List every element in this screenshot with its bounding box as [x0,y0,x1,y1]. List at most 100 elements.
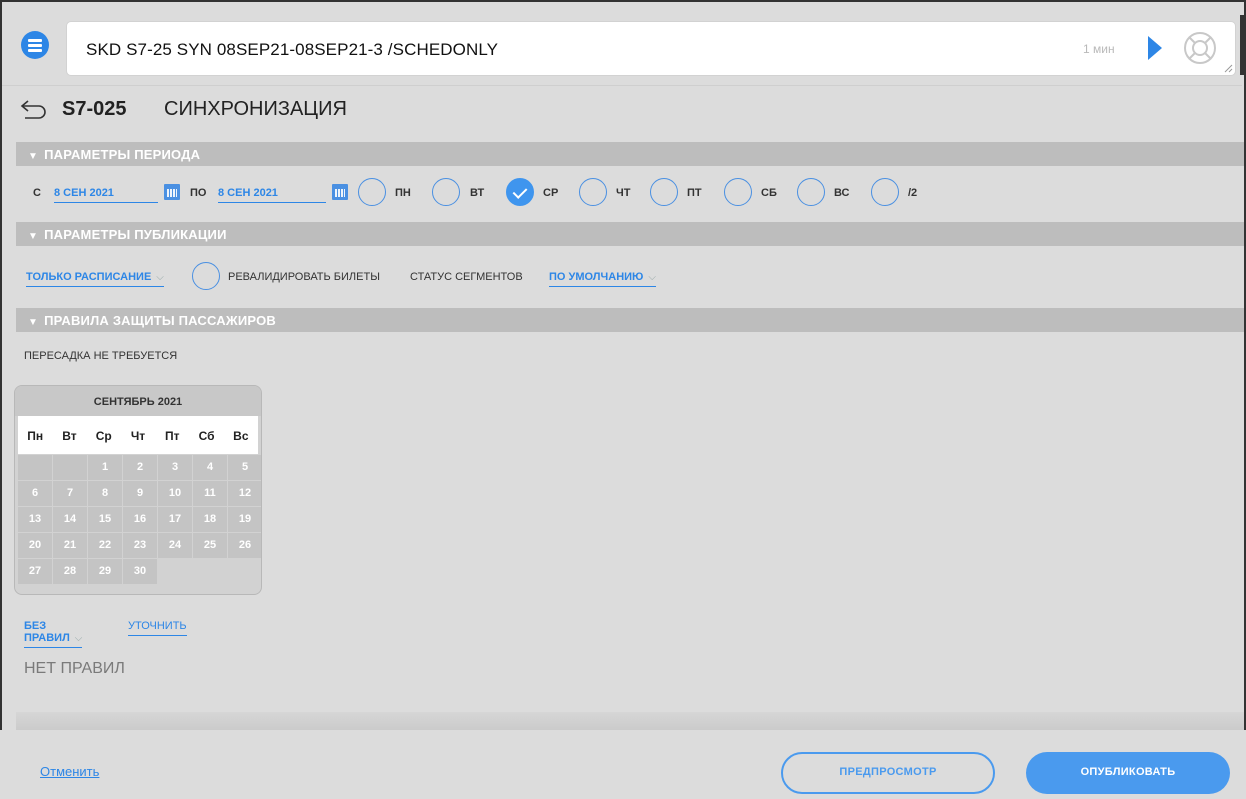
collapse-triangle-icon: ▼ [28,317,39,328]
command-input[interactable]: SKD S7-25 SYN 08SEP21-08SEP21-3 /SCHEDON… [66,21,1236,76]
day-label-sun: ВС [834,187,850,199]
calendar-day-cell[interactable]: 21 [53,533,87,558]
segment-status-dropdown[interactable]: ПО УМОЛЧАНИЮ ⌵ [549,271,656,287]
calendar-day-cell[interactable]: 12 [228,481,261,506]
back-arrow-icon[interactable] [19,98,47,120]
calendar-day-cell[interactable]: 19 [228,507,261,532]
to-date-field[interactable]: 8 СЕН 2021 [218,187,326,203]
day-checkbox-tue[interactable] [432,178,460,206]
calendar-day-cell[interactable]: 27 [18,559,52,584]
chevron-down-icon: ⌵ [74,633,83,644]
transfer-status: ПЕРЕСАДКА НЕ ТРЕБУЕТСЯ [24,350,178,362]
calendar-day-cell[interactable]: 29 [88,559,122,584]
section-publication-header[interactable]: ▼ ПАРАМЕТРЫ ПУБЛИКАЦИИ [16,222,1244,246]
run-icon[interactable] [1147,35,1163,61]
calendar-day-cell[interactable]: 14 [53,507,87,532]
day-checkbox-wed[interactable] [506,178,534,206]
segment-status-value: ПО УМОЛЧАНИЮ [549,271,644,283]
calendar-empty-cell [53,455,87,480]
command-bar: SKD S7-25 SYN 08SEP21-08SEP21-3 /SCHEDON… [2,2,1242,86]
weekday-label: Вс [233,429,249,443]
calendar-day-cell[interactable]: 22 [88,533,122,558]
calendar-day-cell[interactable]: 9 [123,481,157,506]
day-checkbox-thu[interactable] [579,178,607,206]
collapse-triangle-icon: ▼ [28,151,39,162]
publish-button[interactable]: ОПУБЛИКОВАТЬ [1026,752,1230,794]
publication-mode-dropdown[interactable]: ТОЛЬКО РАСПИСАНИЕ ⌵ [26,271,164,287]
calendar-month: СЕНТЯБРЬ 2021 [15,386,261,416]
revalidate-label: РЕВАЛИДИРОВАТЬ БИЛЕТЫ [228,271,380,283]
no-rules-text: НЕТ ПРАВИЛ [24,660,125,677]
calendar-widget: СЕНТЯБРЬ 2021 Пн Вт Ср Чт Пт Сб Вс 12345… [14,385,262,595]
calendar-day-cell[interactable]: 1 [88,455,122,480]
calendar-day-cell[interactable]: 11 [193,481,227,506]
day-checkbox-sat[interactable] [724,178,752,206]
rules-dropdown[interactable]: БЕЗ ПРАВИЛ ⌵ [24,620,82,648]
calendar-day-cell[interactable]: 17 [158,507,192,532]
window-edge [1240,15,1246,75]
calendar-day-cell[interactable]: 30 [123,559,157,584]
calendar-day-cell[interactable]: 15 [88,507,122,532]
calendar-day-cell[interactable]: 6 [18,481,52,506]
calendar-weekdays: Пн Вт Ср Чт Пт Сб Вс [18,416,258,454]
section-period-title: ПАРАМЕТРЫ ПЕРИОДА [44,147,201,162]
day-checkbox-sun[interactable] [797,178,825,206]
day-label-biweekly: /2 [908,187,918,199]
refine-link[interactable]: УТОЧНИТЬ [128,620,187,636]
command-text: SKD S7-25 SYN 08SEP21-08SEP21-3 /SCHEDON… [86,40,499,59]
footer: Отменить ПРЕДПРОСМОТР ОПУБЛИКОВАТЬ [0,730,1246,799]
weekday-label: Сб [198,429,215,443]
calendar-day-cell[interactable]: 16 [123,507,157,532]
chevron-down-icon: ⌵ [156,272,164,283]
preview-button[interactable]: ПРЕДПРОСМОТР [781,752,995,794]
command-time: 1 мин [1083,42,1115,56]
day-checkbox-biweekly[interactable] [871,178,899,206]
day-checkbox-fri[interactable] [650,178,678,206]
calendar-day-cell[interactable]: 5 [228,455,261,480]
calendar-day-cell[interactable]: 24 [158,533,192,558]
calendar-day-cell[interactable]: 13 [18,507,52,532]
section-period-header[interactable]: ▼ ПАРАМЕТРЫ ПЕРИОДА [16,142,1244,166]
weekday-label: Пт [165,429,180,443]
calendar-day-cell[interactable]: 25 [193,533,227,558]
weekday-label: Пн [27,429,44,443]
day-checkbox-mon[interactable] [358,178,386,206]
calendar-day-cell[interactable]: 8 [88,481,122,506]
day-label-fri: ПТ [687,187,702,199]
cancel-link[interactable]: Отменить [40,764,99,779]
from-date-field[interactable]: 8 СЕН 2021 [54,187,158,203]
to-calendar-icon[interactable] [332,184,348,200]
to-label: ПО [190,187,207,199]
publication-row: ТОЛЬКО РАСПИСАНИЕ ⌵ РЕВАЛИДИРОВАТЬ БИЛЕТЫ… [16,258,1246,298]
footer-separator [16,712,1244,730]
calendar-day-cell[interactable]: 28 [53,559,87,584]
page-title: СИНХРОНИЗАЦИЯ [164,98,347,120]
section-publication-title: ПАРАМЕТРЫ ПУБЛИКАЦИИ [44,227,227,242]
lifebuoy-icon[interactable] [1182,30,1218,66]
from-label: С [33,187,41,199]
day-label-sat: СБ [761,187,777,199]
calendar-day-cell[interactable]: 7 [53,481,87,506]
calendar-empty-cell [18,455,52,480]
from-calendar-icon[interactable] [164,184,180,200]
revalidate-checkbox[interactable] [192,262,220,290]
rules-dropdown-value: БЕЗ ПРАВИЛ [24,620,70,644]
calendar-day-cell[interactable]: 18 [193,507,227,532]
calendar-day-cell[interactable]: 3 [158,455,192,480]
weekday-label: Чт [130,429,146,443]
resize-handle-icon[interactable] [1223,63,1233,73]
calendar-day-cell[interactable]: 2 [123,455,157,480]
section-protection-header[interactable]: ▼ ПРАВИЛА ЗАЩИТЫ ПАССАЖИРОВ [16,308,1244,332]
calendar-days-grid: 1 2 3 4 5 6 7 8 9 10 11 12 13 14 15 16 17 18 19 20 21 22 23 24 2… [18,455,261,584]
calendar-day-cell[interactable]: 23 [123,533,157,558]
day-label-tue: ВТ [470,187,485,199]
section-protection-title: ПРАВИЛА ЗАЩИТЫ ПАССАЖИРОВ [44,313,276,328]
calendar-day-cell[interactable]: 10 [158,481,192,506]
menu-icon[interactable] [21,31,49,59]
calendar-day-cell[interactable]: 20 [18,533,52,558]
calendar-day-cell[interactable]: 4 [193,455,227,480]
period-row: С 8 СЕН 2021 ПО 8 СЕН 2021 ПН ВТ СР ЧТ П… [16,170,1246,216]
flight-code: S7-025 [62,98,127,120]
day-label-wed: СР [543,187,559,199]
calendar-day-cell[interactable]: 26 [228,533,261,558]
